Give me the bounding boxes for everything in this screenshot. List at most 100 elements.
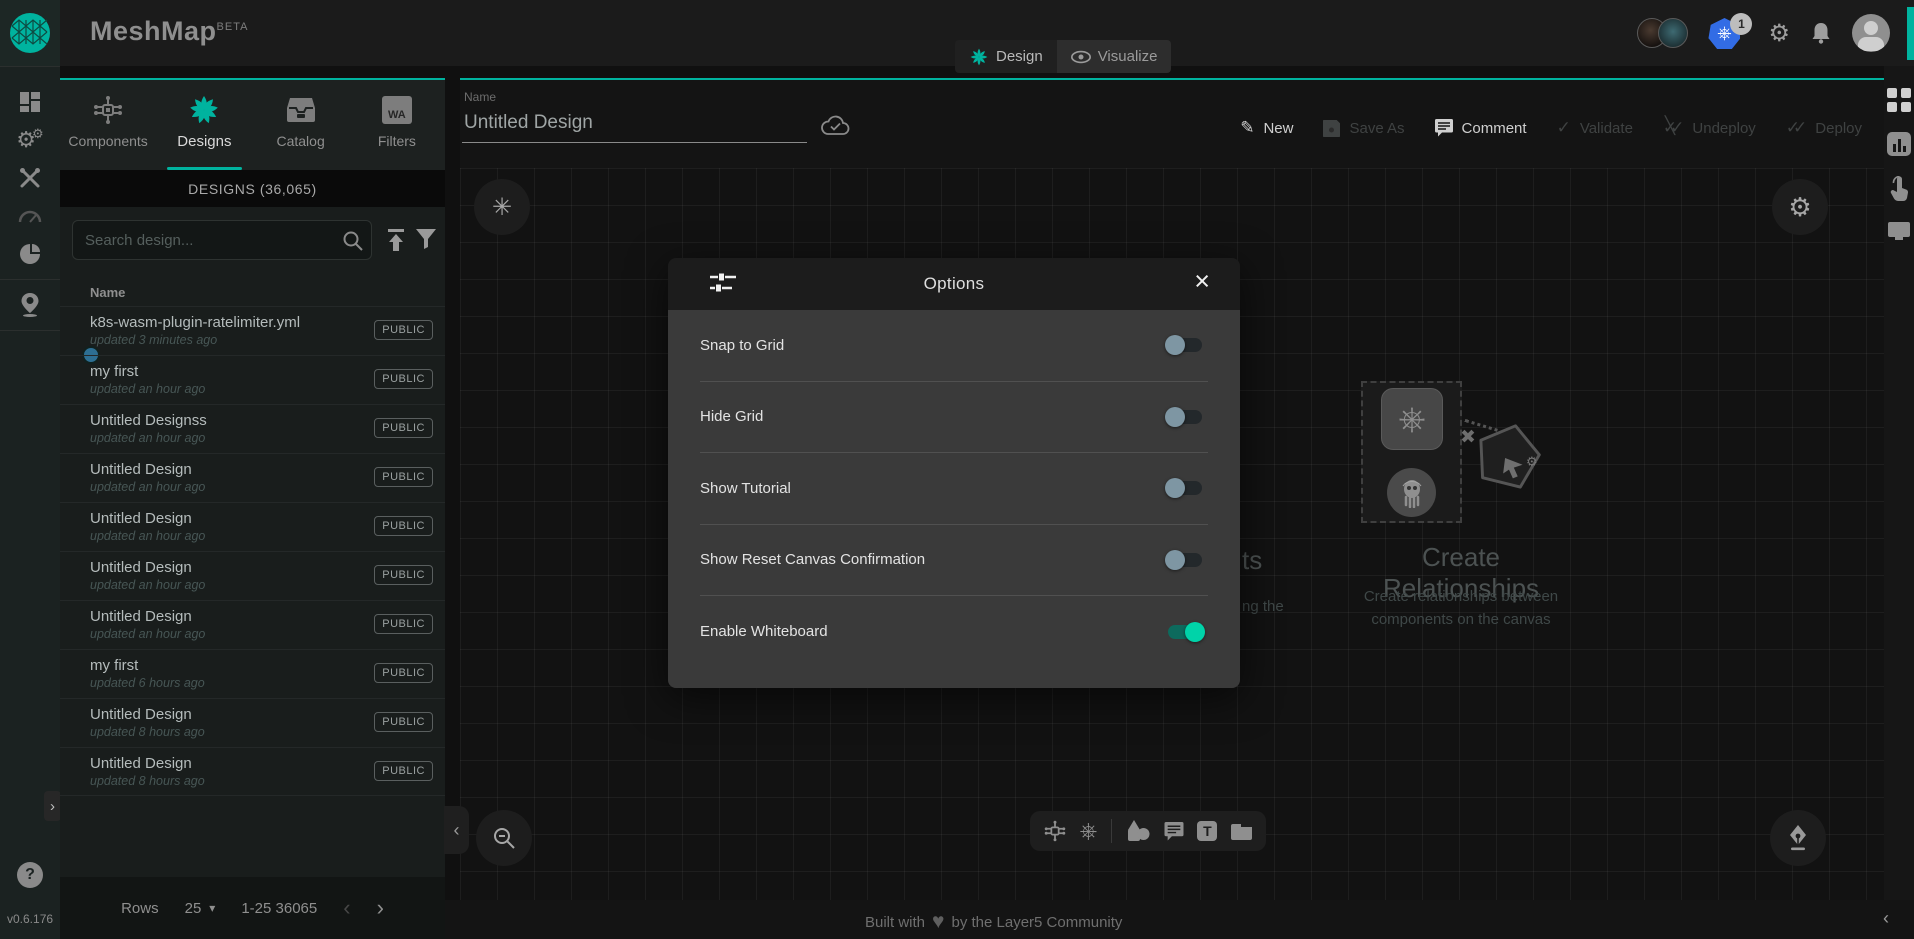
snowflake-icon: ✳ [492, 193, 512, 222]
check-icon: ✓ [1557, 118, 1571, 138]
save-as-button[interactable]: Save As [1323, 120, 1404, 137]
next-page-chevron[interactable]: › [377, 895, 384, 921]
option-label: Show Tutorial [700, 480, 791, 497]
options-modal: Options × Snap to Grid Hide Grid Show Tu… [668, 258, 1240, 688]
collaborator-avatars[interactable] [1637, 18, 1688, 48]
design-list-item[interactable]: Untitled Design updated an hour ago PUBL… [60, 453, 445, 502]
meshery-mascot-icon [1387, 468, 1436, 517]
comment-button[interactable]: Comment [1435, 119, 1527, 137]
panel-collapse-handle[interactable]: ‹ [444, 806, 469, 854]
chart-panel-icon[interactable] [1887, 132, 1911, 156]
search-row [60, 207, 445, 273]
close-icon[interactable]: × [1194, 268, 1210, 295]
pen-nib-icon [1787, 825, 1809, 851]
tab-components[interactable]: Components [60, 80, 156, 170]
heart-icon: ♥ [932, 910, 944, 934]
settings-gear-icon[interactable]: ⚙ [1768, 19, 1790, 48]
design-list-item[interactable]: Untitled Design updated 8 hours ago PUBL… [60, 698, 445, 747]
option-toggle[interactable] [1168, 410, 1202, 424]
configuration-tools-icon[interactable] [0, 159, 60, 197]
validate-button[interactable]: ✓ Validate [1557, 118, 1633, 138]
tab-designs-label: Designs [177, 133, 231, 150]
floppy-icon [1323, 120, 1340, 137]
collaborator-avatar[interactable] [1658, 18, 1688, 48]
tab-visualize-label: Visualize [1098, 48, 1158, 65]
tab-catalog[interactable]: Catalog [253, 80, 349, 170]
hidden-card-title-fragment: ts [1242, 545, 1262, 576]
canvas-top-bar: Name ✎ New Save As Comment [460, 80, 1884, 168]
component-tool-icon[interactable] [1044, 820, 1066, 842]
performance-gauge-icon[interactable] [0, 197, 60, 235]
option-toggle[interactable] [1168, 553, 1202, 567]
design-list-item[interactable]: my first updated an hour ago PUBLIC [60, 355, 445, 404]
touch-interaction-icon[interactable] [1889, 176, 1909, 202]
kubernetes-tool-icon[interactable]: ⎈ [1080, 818, 1098, 844]
media-tool-icon[interactable] [1231, 822, 1252, 840]
eye-icon [1071, 50, 1091, 64]
lifecycle-gears-icon[interactable]: ⚙⚙ [0, 121, 60, 159]
design-list-item[interactable]: my first updated 6 hours ago PUBLIC [60, 649, 445, 698]
design-list-item[interactable]: Untitled Designss updated an hour ago PU… [60, 404, 445, 453]
filter-funnel-icon[interactable] [416, 229, 436, 249]
option-row: Snap to Grid [700, 310, 1208, 382]
brand-title: MeshMapBETA [90, 16, 248, 47]
shapes-tool-icon[interactable] [1126, 820, 1150, 842]
option-toggle[interactable] [1168, 625, 1202, 639]
meshsync-snowflake-button[interactable]: ✳ [474, 179, 530, 235]
comment-tool-icon[interactable] [1164, 822, 1184, 841]
screen-share-icon[interactable] [1888, 222, 1910, 237]
design-list-item[interactable]: Untitled Design updated an hour ago PUBL… [60, 502, 445, 551]
footer-credit: Built with ♥ by the Layer5 Community [865, 910, 1122, 934]
onboarding-illustration: ⎈ [1361, 381, 1462, 523]
help-button[interactable]: ? [17, 862, 43, 888]
meshery-logo-icon [9, 12, 51, 54]
design-list-item[interactable]: Untitled Design updated an hour ago PUBL… [60, 600, 445, 649]
components-grid-icon[interactable] [1887, 88, 1911, 112]
option-label: Hide Grid [700, 408, 763, 425]
option-toggle[interactable] [1168, 481, 1202, 495]
extensions-icon[interactable] [0, 235, 60, 273]
column-header-name: Name [60, 273, 445, 306]
option-toggle[interactable] [1168, 338, 1202, 352]
page-range: 1-25 36065 [241, 900, 317, 917]
tab-filters[interactable]: WA Filters [349, 80, 445, 170]
tab-design[interactable]: Design [955, 40, 1057, 73]
search-input[interactable] [72, 220, 372, 260]
option-row: Show Tutorial [700, 453, 1208, 525]
new-button[interactable]: ✎ New [1240, 118, 1293, 138]
user-avatar[interactable] [1852, 14, 1890, 52]
option-label: Show Reset Canvas Confirmation [700, 551, 925, 568]
pen-tool-button[interactable] [1770, 810, 1826, 866]
design-list-item[interactable]: k8s-wasm-plugin-ratelimiter.yml updated … [60, 306, 445, 355]
tab-designs[interactable]: Designs [156, 80, 252, 170]
page-size-select[interactable]: 25 ▾ [185, 900, 216, 917]
designs-panel: Components De [60, 78, 445, 939]
dashboard-icon[interactable] [0, 83, 60, 121]
design-name-input[interactable] [462, 108, 807, 143]
zoom-button[interactable] [476, 810, 532, 866]
options-modal-title: Options [924, 274, 985, 294]
text-tool-icon[interactable]: T [1197, 821, 1217, 841]
version-label: v0.6.176 [7, 912, 53, 926]
deploy-button[interactable]: ✓✓ Deploy [1786, 118, 1862, 138]
meshery-logo[interactable] [0, 0, 60, 66]
prev-page-chevron[interactable]: ‹ [343, 895, 350, 921]
design-list-item[interactable]: Untitled Design updated 8 hours ago PUBL… [60, 747, 445, 796]
notifications-bell-icon[interactable] [1810, 21, 1832, 45]
magnifier-icon [492, 826, 516, 850]
footer-collapse-chevron[interactable]: ‹ [1883, 908, 1889, 929]
meshmap-pin-icon[interactable] [0, 286, 60, 324]
search-icon[interactable] [342, 230, 364, 252]
kubernetes-context[interactable]: ⎈ 1 [1708, 15, 1748, 51]
canvas-settings-button[interactable]: ⚙ [1772, 179, 1828, 235]
tab-visualize[interactable]: Visualize [1057, 40, 1172, 73]
undeploy-button[interactable]: ✓✓╲ Undeploy [1663, 118, 1756, 138]
active-tab-underline [167, 167, 242, 170]
options-modal-header: Options × [668, 258, 1240, 310]
expand-rail-chevron[interactable]: › [44, 791, 61, 821]
visibility-badge: PUBLIC [374, 369, 433, 389]
import-design-icon[interactable] [386, 229, 406, 251]
pagination-bar: Rows 25 ▾ 1-25 36065 ‹ › [60, 877, 445, 939]
design-list-item[interactable]: Untitled Design updated an hour ago PUBL… [60, 551, 445, 600]
tab-components-label: Components [68, 133, 147, 149]
